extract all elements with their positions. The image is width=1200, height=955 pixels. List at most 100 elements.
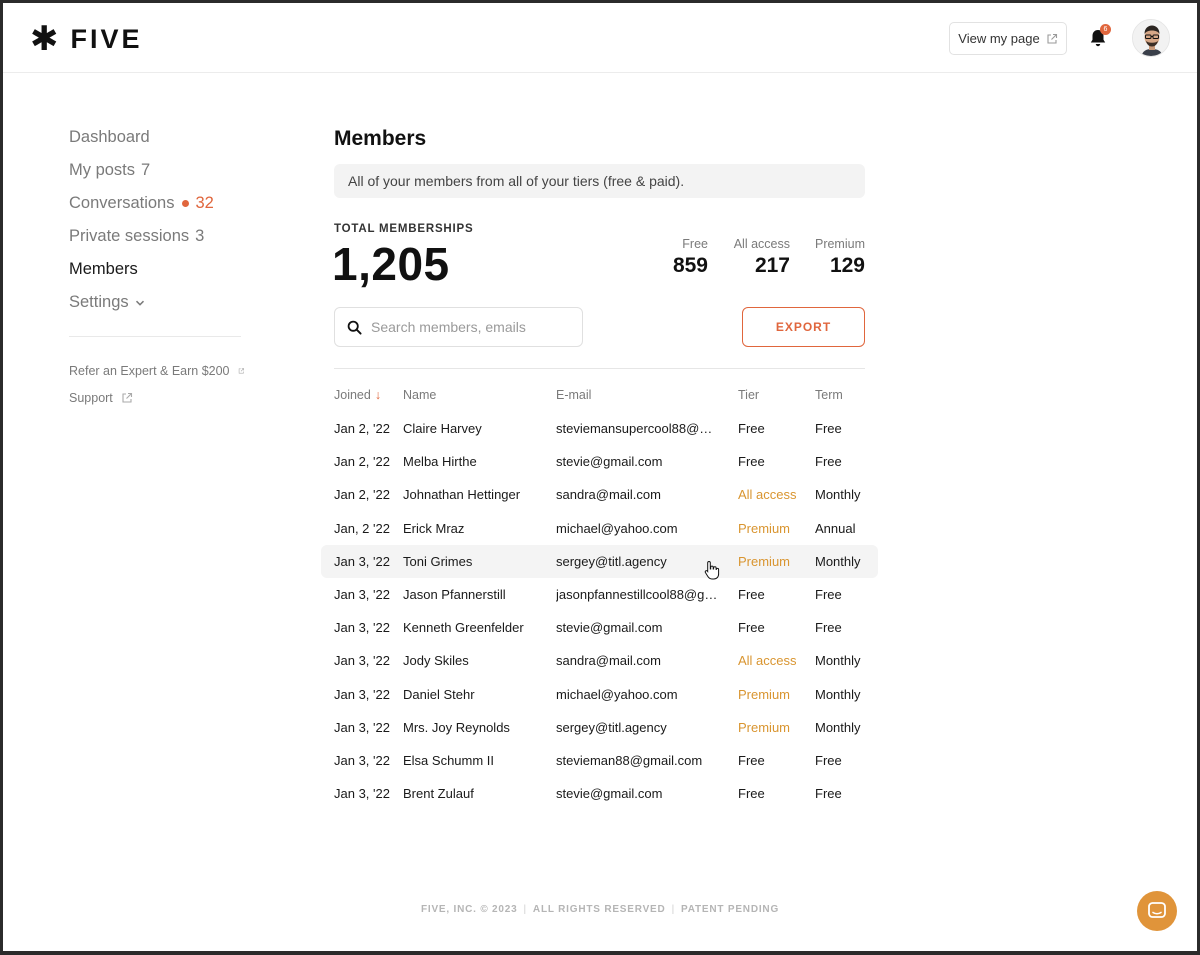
chat-bubble-icon: [1148, 902, 1166, 918]
table-row[interactable]: Jan 3, '22 Brent Zulauf stevie@gmail.com Fr…: [321, 777, 878, 810]
column-header-term[interactable]: Term: [815, 378, 878, 412]
refer-expert-link[interactable]: Refer an Expert & Earn $200: [69, 357, 244, 384]
table-row[interactable]: Jan 3, '22 Jason Pfannerstill jasonpfannes…: [321, 578, 878, 611]
sidebar-item-label: Conversations: [69, 194, 175, 212]
cell-email-text: stevieman88@gmail.com: [556, 752, 703, 768]
cell-term: Monthly: [815, 644, 878, 677]
cell-joined-text: Jan 3, '22: [334, 752, 390, 768]
cell-tier: Free: [738, 445, 815, 478]
sidebar-item-my-posts[interactable]: My posts 7: [69, 154, 244, 187]
cell-joined-text: Jan, 2 '22: [334, 520, 390, 536]
sidebar-item-private-sessions[interactable]: Private sessions 3: [69, 220, 244, 253]
table-row[interactable]: Jan 3, '22 Mrs. Joy Reynolds sergey@titl.a…: [321, 711, 878, 744]
top-header: ✱ FIVE View my page 6: [3, 3, 1197, 73]
cell-term-text: Free: [815, 752, 842, 768]
user-avatar[interactable]: [1132, 19, 1170, 57]
cell-term: Annual: [815, 512, 878, 545]
column-header-name[interactable]: Name: [403, 378, 556, 412]
footer-copyright: FIVE, INC. © 2023: [420, 904, 518, 915]
view-my-page-label: View my page: [958, 31, 1040, 46]
table-row[interactable]: Jan 3, '22 Daniel Stehr michael@yahoo.com P…: [321, 678, 878, 711]
cell-term: Monthly: [815, 711, 878, 744]
sidebar-item-settings[interactable]: Settings: [69, 286, 244, 319]
support-label: Support: [69, 390, 113, 405]
cell-term-text: Monthly: [815, 719, 861, 735]
cell-name-text: Brent Zulauf: [403, 786, 474, 802]
stat-value: 217: [754, 254, 790, 277]
table-row[interactable]: Jan 2, '22 Melba Hirthe stevie@gmail.com Fr…: [321, 445, 878, 478]
cell-email-text: stevie@gmail.com: [556, 454, 663, 470]
cell-email-text: stevie@gmail.com: [556, 786, 663, 802]
user-portrait-icon: [1133, 20, 1169, 56]
cell-email: stevie@gmail.com: [556, 611, 738, 644]
search-icon: [347, 320, 362, 335]
cell-email-text: steviemansupercool88@gmail.com: [556, 421, 719, 437]
cell-tier-text: Premium: [738, 520, 791, 536]
cell-name-text: Mrs. Joy Reynolds: [403, 719, 510, 735]
cell-joined: Jan 3, '22: [321, 644, 403, 677]
table-row[interactable]: Jan 3, '22 Toni Grimes sergey@titl.agency P…: [321, 544, 878, 578]
view-my-page-button[interactable]: View my page: [949, 22, 1067, 55]
five-logo[interactable]: ✱ FIVE: [30, 19, 143, 59]
cell-name: Brent Zulauf: [403, 777, 556, 810]
cell-email-text: sergey@titl.agency: [556, 553, 667, 569]
cell-term: Free: [815, 611, 878, 644]
cell-term-text: Free: [815, 587, 842, 603]
cell-joined-text: Jan 3, '22: [334, 719, 390, 735]
table-row[interactable]: Jan 3, '22 Jody Skiles sandra@mail.com All …: [321, 644, 878, 677]
chat-support-button[interactable]: [1137, 891, 1177, 931]
cell-joined: Jan 2, '22: [321, 478, 403, 511]
table-row[interactable]: Jan 3, '22 Elsa Schumm II stevieman88@gmai…: [321, 744, 878, 777]
cell-joined: Jan 3, '22: [321, 711, 403, 744]
table-row[interactable]: Jan 2, '22 Claire Harvey steviemansupercoo…: [321, 412, 878, 445]
asterisk-logo-icon: ✱: [30, 19, 59, 59]
cell-joined-text: Jan 2, '22: [334, 421, 390, 437]
stat-value: 129: [829, 254, 865, 277]
sidebar-divider: [69, 336, 241, 337]
search-input[interactable]: [371, 319, 571, 335]
column-header-email[interactable]: E-mail: [556, 378, 738, 412]
cell-name-text: Elsa Schumm II: [403, 752, 495, 768]
stat-free: Free 859: [673, 237, 708, 278]
conversations-count: 32: [195, 194, 214, 212]
cell-tier-text: Free: [738, 421, 765, 437]
stat-label: All access: [733, 237, 790, 251]
external-link-icon: [238, 367, 244, 373]
table-row[interactable]: Jan, 2 '22 Erick Mraz michael@yahoo.com Pre…: [321, 512, 878, 545]
cell-email: sandra@mail.com: [556, 644, 738, 677]
table-row[interactable]: Jan 2, '22 Johnathan Hettinger sandra@mail…: [321, 478, 878, 511]
table-body: Jan 2, '22 Claire Harvey steviemansupercoo…: [321, 412, 878, 810]
cell-joined: Jan 3, '22: [321, 744, 403, 777]
cell-joined: Jan 3, '22: [321, 678, 403, 711]
refer-expert-label: Refer an Expert & Earn $200: [69, 363, 230, 378]
cell-email: steviemansupercool88@gmail.com: [556, 412, 738, 445]
column-header-joined[interactable]: Joined ↓: [321, 378, 403, 412]
cell-email-text: sergey@titl.agency: [556, 719, 667, 735]
sidebar-item-dashboard[interactable]: Dashboard: [69, 121, 244, 154]
cell-term-text: Annual: [815, 520, 856, 536]
membership-stats: TOTAL MEMBERSHIPS 1,205 Free 859 All acc…: [332, 223, 865, 303]
cell-term: Free: [815, 744, 878, 777]
cell-email: stevie@gmail.com: [556, 445, 738, 478]
sidebar-item-conversations[interactable]: Conversations 32: [69, 187, 244, 220]
page-footer: FIVE, INC. © 2023 | ALL RIGHTS RESERVED | PA…: [3, 904, 1197, 915]
cell-name: Jody Skiles: [403, 644, 556, 677]
cell-tier-text: Free: [738, 786, 765, 802]
cell-term: Free: [815, 445, 878, 478]
member-search[interactable]: [334, 307, 583, 347]
cell-email: michael@yahoo.com: [556, 512, 738, 545]
cell-name: Toni Grimes: [403, 544, 556, 578]
column-header-tier[interactable]: Tier: [738, 378, 815, 412]
cell-joined-text: Jan 3, '22: [334, 653, 390, 669]
total-memberships-value: 1,205: [332, 238, 450, 290]
cell-email: jasonpfannestillcool88@gmail.com: [556, 578, 738, 611]
export-button[interactable]: EXPORT: [742, 307, 865, 347]
table-row[interactable]: Jan 3, '22 Kenneth Greenfelder stevie@gmai…: [321, 611, 878, 644]
cell-joined: Jan 3, '22: [321, 544, 403, 578]
support-link[interactable]: Support: [69, 384, 244, 411]
cell-email-text: michael@yahoo.com: [556, 686, 678, 702]
hand-pointer-cursor-icon: [704, 560, 720, 580]
sidebar-item-members[interactable]: Members: [69, 253, 244, 286]
cell-name-text: Kenneth Greenfelder: [403, 620, 524, 636]
cell-tier-text: All access: [738, 653, 797, 669]
